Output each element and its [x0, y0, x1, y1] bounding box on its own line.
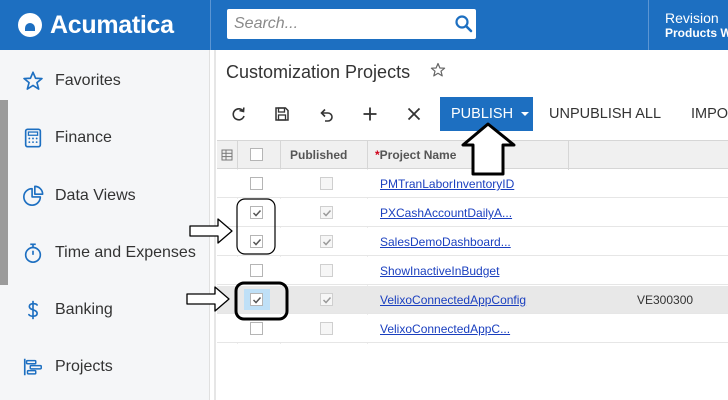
gantt-icon	[23, 358, 42, 375]
sidebar-item-time-and-expenses[interactable]: Time and Expenses	[0, 224, 210, 281]
topbar-divider	[210, 0, 211, 50]
project-name-link[interactable]: PXCashAccountDailyA...	[380, 206, 512, 220]
published-checkbox	[320, 177, 333, 190]
project-name-link[interactable]: VelixoConnectedAppC...	[380, 322, 510, 336]
undo-icon	[320, 108, 333, 122]
add-button[interactable]	[359, 97, 381, 131]
sidebar-item-label: Time and Expenses	[55, 243, 196, 261]
row-select-checkbox[interactable]	[250, 235, 263, 248]
table-row[interactable]: › VelixoConnectedAppConfig VE300300	[217, 286, 728, 314]
main-divider	[214, 50, 216, 400]
company-name: Revision	[665, 10, 719, 26]
star-icon	[23, 70, 43, 90]
dollar-icon	[28, 300, 38, 319]
row-select-checkbox[interactable]	[250, 177, 263, 190]
save-icon	[275, 107, 289, 121]
published-checkbox	[320, 206, 333, 219]
logo[interactable]: Acumatica	[18, 10, 174, 40]
delete-button[interactable]	[403, 97, 425, 131]
sidebar-item-label: Banking	[55, 300, 113, 318]
table-row[interactable]: PMTranLaborInventoryID	[217, 170, 728, 198]
grid-header: Published *Project Name	[217, 140, 728, 170]
top-bar: Acumatica Revision Products W	[0, 0, 728, 50]
sidebar-item-banking[interactable]: Banking	[0, 281, 210, 338]
sidebar-item-favorites[interactable]: Favorites	[0, 52, 210, 109]
search-box	[227, 9, 476, 39]
column-divider	[568, 141, 569, 170]
unpublish-all-button[interactable]: UNPUBLISH ALL	[549, 97, 661, 131]
publish-button[interactable]: PUBLISH	[440, 97, 533, 131]
project-name-link[interactable]: ShowInactiveInBudget	[380, 264, 499, 278]
favorite-star-icon[interactable]	[430, 62, 446, 78]
column-divider	[367, 141, 368, 170]
table-row[interactable]: ShowInactiveInBudget	[217, 257, 728, 285]
undo-button[interactable]	[315, 97, 337, 131]
save-button[interactable]	[271, 97, 293, 131]
published-checkbox	[320, 235, 333, 248]
project-name-link[interactable]: SalesDemoDashboard...	[380, 235, 511, 249]
sidebar-item-projects[interactable]: Projects	[0, 338, 210, 395]
stopwatch-icon	[24, 242, 42, 263]
search-icon[interactable]	[454, 14, 474, 34]
company-selector[interactable]: Revision Products W	[665, 10, 728, 40]
sidebar: Favorites Finance Data Views Time and Ex…	[0, 50, 210, 400]
sidebar-item-data-views[interactable]: Data Views	[0, 167, 210, 224]
project-name-link[interactable]: PMTranLaborInventoryID	[380, 177, 514, 191]
add-icon	[363, 107, 377, 121]
search-input[interactable]	[227, 9, 447, 39]
refresh-button[interactable]	[228, 97, 250, 131]
sidebar-item-label: Projects	[55, 357, 113, 375]
column-settings-icon[interactable]	[221, 149, 233, 161]
column-divider	[280, 141, 281, 170]
select-all-checkbox[interactable]	[250, 148, 263, 161]
row-select-checkbox[interactable]	[250, 322, 263, 335]
refresh-icon	[232, 107, 245, 121]
chevron-down-icon[interactable]	[521, 112, 529, 116]
logo-text: Acumatica	[50, 10, 174, 39]
sidebar-item-finance[interactable]: Finance	[0, 109, 210, 166]
import-button[interactable]: IMPO	[691, 97, 728, 131]
published-checkbox	[320, 264, 333, 277]
projects-grid: Published *Project Name PMTranLaborInven…	[217, 140, 728, 400]
app-window: Acumatica Revision Products W Favorites	[0, 0, 728, 400]
table-row[interactable]: VelixoConnectedAppC...	[217, 315, 728, 343]
page-title: Customization Projects	[226, 62, 411, 82]
table-row[interactable]: SalesDemoDashboard...	[217, 228, 728, 256]
table-row[interactable]: PXCashAccountDailyA...	[217, 199, 728, 227]
calculator-icon	[24, 127, 42, 148]
current-row-indicator-icon: ›	[225, 295, 228, 305]
acumatica-logo-icon	[18, 13, 42, 37]
publish-button-label: PUBLISH	[451, 106, 514, 122]
column-header-label: Project Name	[379, 148, 457, 162]
sidebar-item-label: Finance	[55, 128, 112, 146]
sidebar-item-label: Data Views	[55, 186, 136, 204]
row-select-checkbox[interactable]	[250, 206, 263, 219]
topbar-divider-right	[648, 0, 649, 50]
project-level-cell: VE300300	[637, 293, 694, 307]
delete-icon	[407, 107, 421, 121]
branch-name: Products W	[665, 26, 728, 40]
sidebar-item-label: Favorites	[55, 71, 121, 89]
pie-chart-icon	[23, 185, 44, 206]
column-header-published[interactable]: Published	[290, 148, 347, 162]
published-checkbox	[320, 322, 333, 335]
column-header-project-name[interactable]: *Project Name	[375, 148, 456, 162]
row-select-checkbox[interactable]	[250, 264, 263, 277]
project-name-link[interactable]: VelixoConnectedAppConfig	[380, 293, 526, 307]
published-checkbox	[320, 293, 333, 306]
row-select-checkbox[interactable]	[250, 293, 263, 306]
column-divider	[237, 141, 238, 170]
